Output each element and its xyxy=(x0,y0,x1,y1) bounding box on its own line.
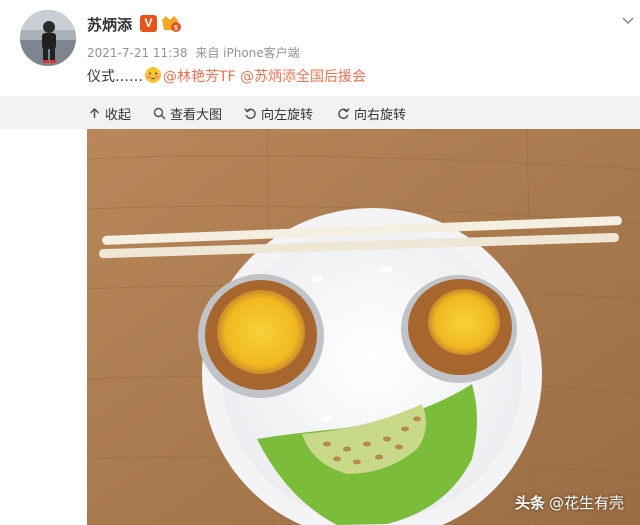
mention-link[interactable]: @苏炳添全国后援会 xyxy=(240,69,366,85)
image-toolbar: 收起 查看大图 向左旋转 向右旋转 xyxy=(0,96,640,129)
arrow-up-icon xyxy=(89,107,100,118)
food-photo xyxy=(87,129,640,525)
mention-link[interactable]: @林艳芳TF xyxy=(163,69,236,85)
post-source: 来自 iPhone客户端 xyxy=(195,46,300,60)
rotate-right-button[interactable]: 向右旋转 xyxy=(337,104,406,123)
post-meta: 2021-7-21 11:38 来自 iPhone客户端 xyxy=(87,44,304,61)
collapse-button[interactable]: 收起 xyxy=(88,104,131,123)
magnifier-icon xyxy=(153,107,166,120)
view-large-button[interactable]: 查看大图 xyxy=(153,104,222,123)
post-header: 苏炳添 V 5 2021-7-21 11:38 来自 iPhone客户端 仪式…… xyxy=(0,0,640,96)
rotate-right-label: 向右旋转 xyxy=(354,108,407,123)
avatar[interactable] xyxy=(20,10,76,66)
post-photo[interactable]: 头条 @花生有壳 xyxy=(87,129,640,525)
post-body: 仪式…… xyxy=(87,69,143,85)
watermark-brand: 头条 xyxy=(514,494,545,512)
svg-text:5: 5 xyxy=(174,25,178,32)
view-large-label: 查看大图 xyxy=(170,108,223,123)
collapse-label: 收起 xyxy=(105,108,132,123)
blush-emoji-icon xyxy=(144,66,162,84)
rotate-left-icon xyxy=(244,108,256,119)
rotate-left-button[interactable]: 向左旋转 xyxy=(244,104,313,123)
rotate-right-icon xyxy=(338,108,350,119)
photo-watermark: 头条 @花生有壳 xyxy=(515,492,624,513)
username[interactable]: 苏炳添 xyxy=(87,14,132,35)
post-date[interactable]: 2021-7-21 11:38 xyxy=(87,46,188,60)
watermark-author: @花生有壳 xyxy=(548,494,624,512)
rotate-left-label: 向左旋转 xyxy=(261,108,314,123)
post-text: 仪式…… @林艳芳TF @苏炳添全国后援会 xyxy=(87,66,366,86)
chevron-down-icon[interactable] xyxy=(622,10,634,25)
member-level-icon: 5 xyxy=(160,14,182,33)
verified-badge: V xyxy=(140,15,157,32)
